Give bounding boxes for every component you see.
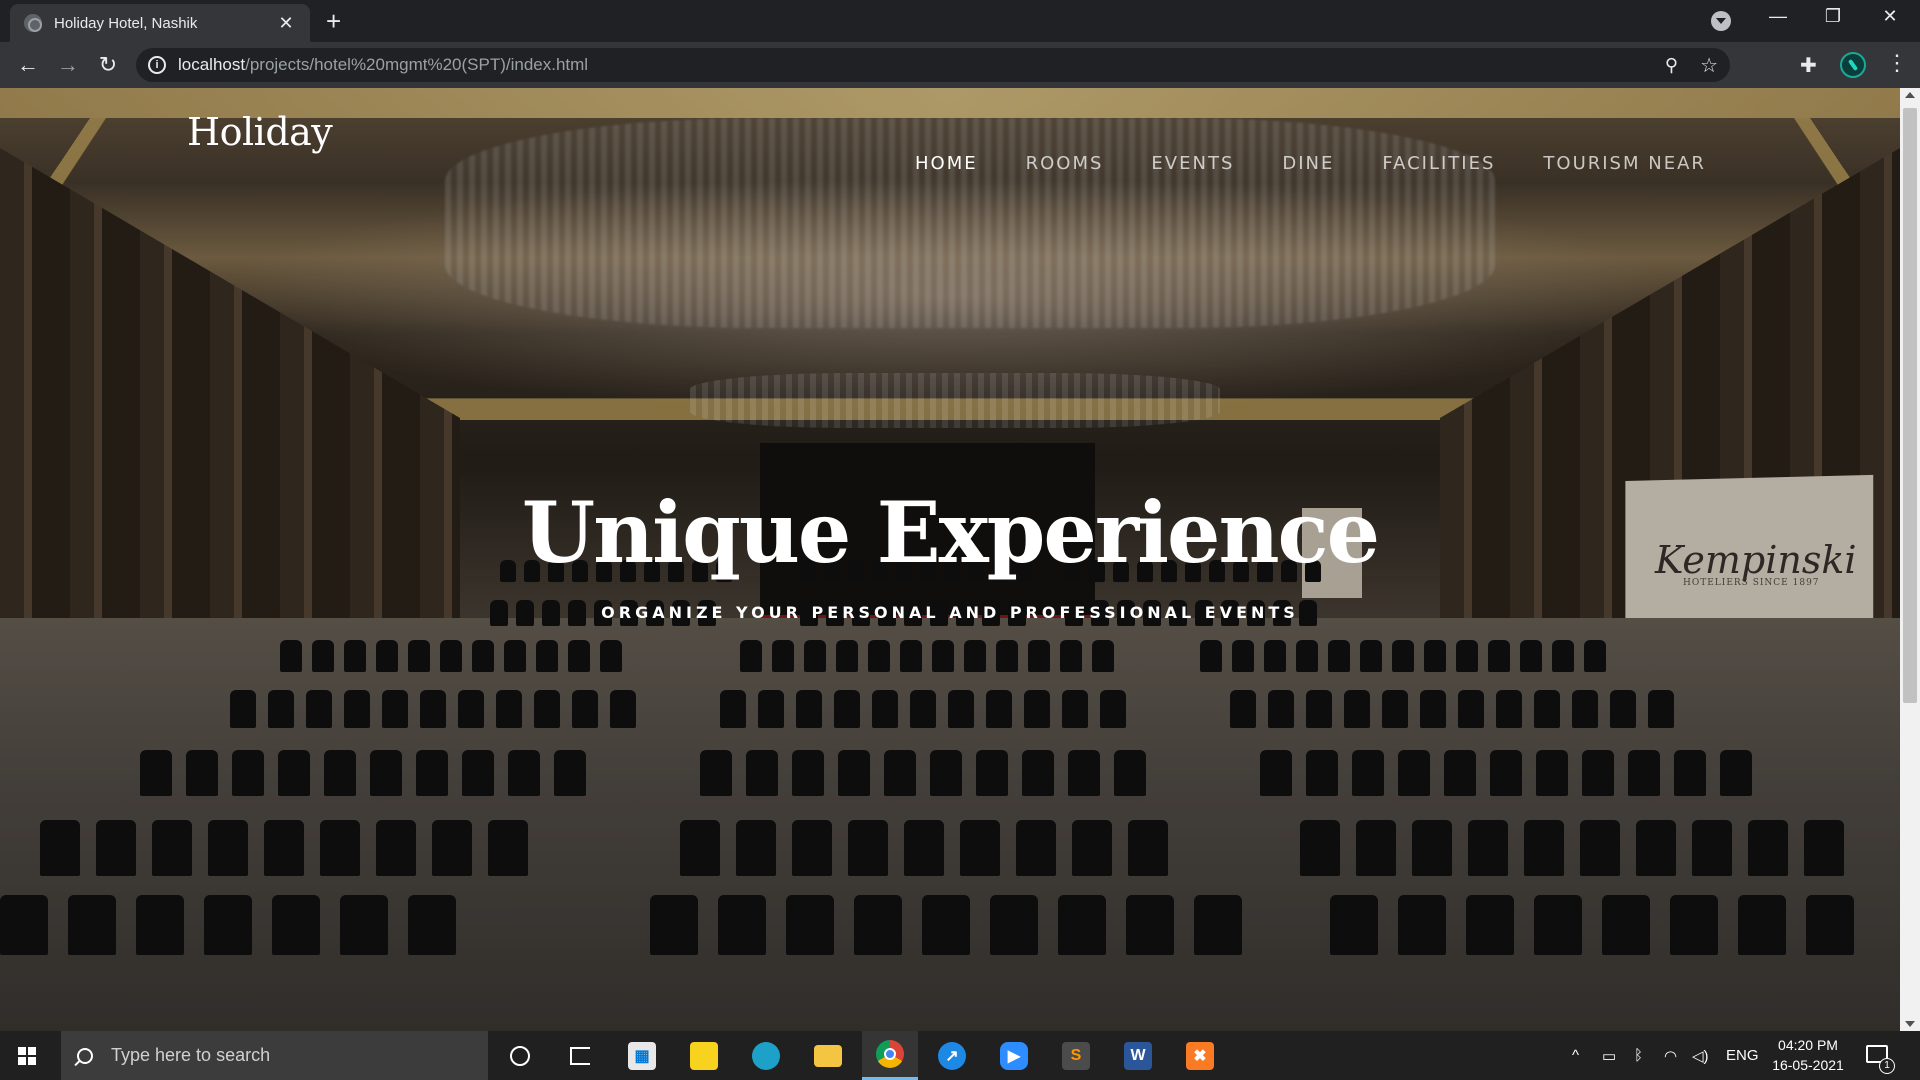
tab-title: Holiday Hotel, Nashik bbox=[54, 14, 198, 32]
tab-search-icon[interactable] bbox=[1711, 11, 1731, 31]
zoom-app-icon[interactable]: ▶ bbox=[986, 1031, 1042, 1080]
globe-icon bbox=[24, 14, 42, 32]
window-close-button[interactable]: ✕ bbox=[1870, 6, 1910, 27]
file-explorer-icon[interactable] bbox=[800, 1031, 856, 1080]
reload-icon[interactable]: ↻ bbox=[94, 51, 122, 79]
new-tab-button[interactable]: + bbox=[326, 8, 341, 34]
back-arrow-icon[interactable]: ← bbox=[14, 51, 42, 79]
restore-button[interactable]: ❐ bbox=[1813, 6, 1853, 27]
cortana-icon[interactable] bbox=[492, 1031, 548, 1080]
forward-arrow-icon[interactable]: → bbox=[54, 51, 82, 79]
hero-subtitle: ORGANIZE YOUR PERSONAL AND PROFESSIONAL … bbox=[601, 603, 1299, 622]
nav-rooms[interactable]: ROOMS bbox=[1026, 153, 1104, 174]
store-icon[interactable]: ▦ bbox=[614, 1031, 670, 1080]
wifi-icon[interactable]: ◠ bbox=[1664, 1031, 1677, 1080]
hero-title: Unique Experience bbox=[521, 483, 1380, 582]
language-indicator[interactable]: ENG bbox=[1726, 1031, 1759, 1080]
minimize-button[interactable]: — bbox=[1758, 6, 1798, 27]
site-nav: HOME ROOMS EVENTS DINE FACILITIES TOURIS… bbox=[915, 153, 1754, 174]
task-view-icon[interactable] bbox=[552, 1031, 608, 1080]
browser-tabstrip: Holiday Hotel, Nashik ✕ + — ❐ ✕ bbox=[0, 0, 1920, 42]
sublime-text-icon[interactable]: S bbox=[1048, 1031, 1104, 1080]
url-path: /projects/hotel%20mgmt%20(SPT)/index.htm… bbox=[245, 55, 589, 74]
scroll-down-arrow-icon[interactable] bbox=[1905, 1021, 1915, 1027]
windows-start-icon[interactable] bbox=[18, 1047, 36, 1065]
taskbar-search-placeholder: Type here to search bbox=[111, 1045, 271, 1065]
url-host: localhost bbox=[178, 55, 246, 74]
edge-icon[interactable] bbox=[738, 1031, 794, 1080]
chrome-menu-icon[interactable]: ⋮ bbox=[1886, 50, 1908, 76]
page-scrollbar[interactable] bbox=[1900, 88, 1920, 1031]
tab-close-icon[interactable]: ✕ bbox=[276, 13, 296, 34]
nav-tourism-near[interactable]: TOURISM NEAR bbox=[1543, 153, 1706, 174]
search-icon bbox=[77, 1047, 93, 1064]
clock-time: 04:20 PM bbox=[1778, 1037, 1838, 1053]
extensions-puzzle-icon[interactable]: ✚ bbox=[1800, 53, 1817, 78]
bookmark-star-icon[interactable]: ☆ bbox=[1700, 53, 1718, 78]
site-info-icon[interactable]: i bbox=[148, 56, 166, 74]
zoom-icon[interactable]: ⚲ bbox=[1665, 55, 1678, 76]
nav-events[interactable]: EVENTS bbox=[1151, 153, 1234, 174]
address-bar[interactable]: i localhost/projects/hotel%20mgmt%20(SPT… bbox=[136, 48, 1730, 82]
battery-icon[interactable]: ▭ bbox=[1602, 1031, 1616, 1080]
page-viewport: Kempinski HOTELIERS SINCE 1897 Holiday H… bbox=[0, 88, 1900, 1031]
volume-icon[interactable]: ◁) bbox=[1692, 1031, 1709, 1080]
notification-badge: 1 bbox=[1879, 1058, 1895, 1074]
profile-avatar[interactable] bbox=[1840, 52, 1866, 78]
clock[interactable]: 04:20 PM 16-05-2021 bbox=[1768, 1035, 1848, 1075]
site-logo[interactable]: Holiday bbox=[187, 110, 333, 154]
nav-home[interactable]: HOME bbox=[915, 153, 978, 174]
clock-date: 16-05-2021 bbox=[1772, 1057, 1844, 1073]
scroll-thumb[interactable] bbox=[1903, 108, 1917, 703]
nav-dine[interactable]: DINE bbox=[1282, 153, 1334, 174]
chrome-icon[interactable] bbox=[862, 1031, 918, 1080]
safari-icon[interactable]: ↗ bbox=[924, 1031, 980, 1080]
scroll-up-arrow-icon[interactable] bbox=[1905, 92, 1915, 98]
nav-facilities[interactable]: FACILITIES bbox=[1382, 153, 1495, 174]
sticky-notes-icon[interactable] bbox=[676, 1031, 732, 1080]
browser-toolbar: ← → ↻ i localhost/projects/hotel%20mgmt%… bbox=[0, 42, 1920, 88]
browser-tab[interactable]: Holiday Hotel, Nashik ✕ bbox=[10, 4, 310, 42]
taskbar-search[interactable]: Type here to search bbox=[61, 1031, 488, 1080]
bluetooth-icon[interactable]: ᛒ bbox=[1634, 1031, 1643, 1080]
word-icon[interactable]: W bbox=[1110, 1031, 1166, 1080]
tray-chevron-icon[interactable]: ^ bbox=[1572, 1031, 1579, 1080]
windows-taskbar: Type here to search ▦ ↗ ▶ S W ✖ ^ ▭ ᛒ ◠ … bbox=[0, 1031, 1920, 1080]
xampp-icon[interactable]: ✖ bbox=[1172, 1031, 1228, 1080]
